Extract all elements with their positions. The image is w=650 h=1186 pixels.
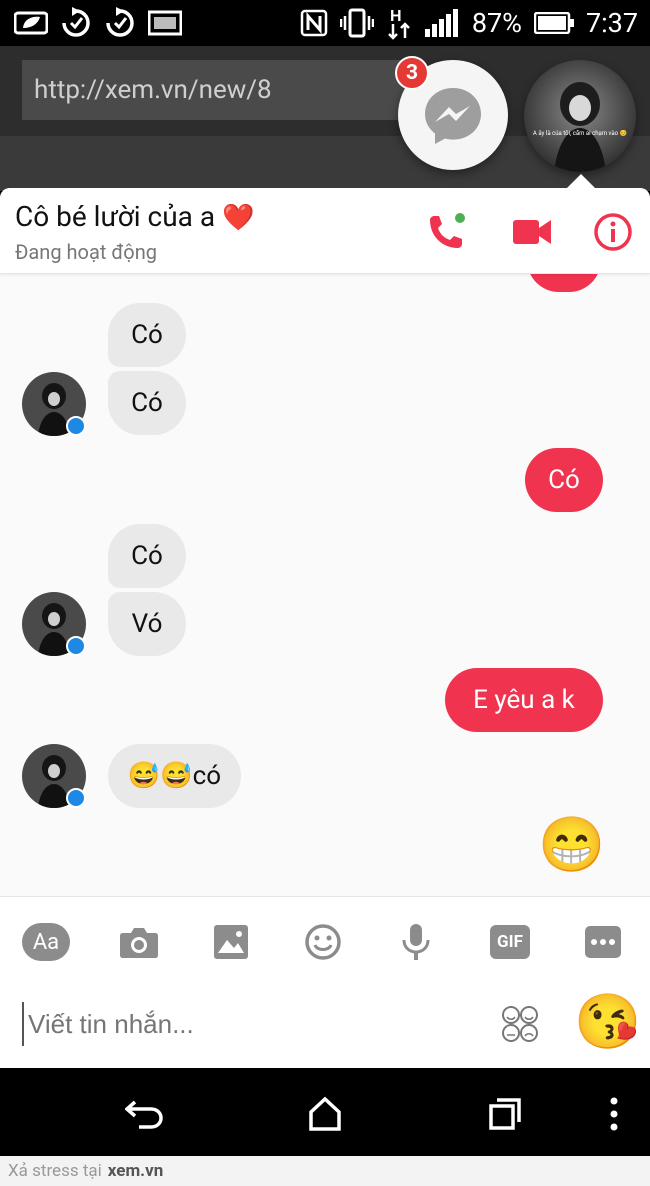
contact-name-row[interactable]: Cô bé lười của a ❤️	[15, 200, 254, 233]
text-style-button[interactable]: Aa	[22, 919, 70, 965]
message-input[interactable]	[22, 1002, 482, 1046]
messenger-badge-icon	[66, 636, 86, 656]
message-bubble-incoming[interactable]: Có	[108, 371, 186, 435]
message-bubble-incoming[interactable]: 😅😅có	[108, 744, 241, 808]
recents-button[interactable]	[483, 1092, 527, 1136]
battery-icon	[533, 12, 574, 34]
home-button[interactable]	[303, 1092, 347, 1136]
url-bar[interactable]: http://xem.vn/new/8	[22, 60, 422, 120]
message-bubble-outgoing[interactable]: E yêu a k	[445, 668, 603, 732]
more-icon	[585, 926, 621, 958]
gallery-button[interactable]	[208, 919, 254, 965]
network-h-icon: H	[386, 6, 412, 40]
battery-percent: 87%	[471, 7, 522, 39]
video-camera-icon	[513, 220, 551, 244]
active-status: Đang hoạt động	[15, 240, 157, 264]
info-icon	[594, 213, 632, 251]
info-button[interactable]	[591, 210, 635, 254]
unread-badge: 3	[395, 56, 429, 90]
more-button[interactable]	[580, 919, 626, 965]
camera-button[interactable]	[116, 919, 162, 965]
emoji-message[interactable]: 😁	[538, 814, 605, 878]
smiley-icon	[305, 924, 341, 960]
contact-chat-head[interactable]: A ây là của tôi, cấm ai chạm vào 😊	[524, 60, 636, 172]
message-bubble-outgoing[interactable]: Có	[525, 448, 603, 512]
watermark: Xả stress tại xem.vn	[0, 1156, 650, 1186]
emoji-button[interactable]	[300, 919, 346, 965]
clock: 7:37	[585, 7, 638, 39]
contact-name: Cô bé lười của a	[15, 200, 216, 233]
stickers-button[interactable]	[500, 1004, 540, 1044]
composer-toolbar: Aa GIF	[0, 896, 650, 984]
avatar	[524, 60, 636, 172]
message-bubble-incoming[interactable]: Có	[108, 303, 186, 367]
camera-icon	[120, 928, 158, 958]
composer: 😘	[0, 984, 650, 1068]
message-list[interactable]: Có Có Có Có Vó E yêu a k 😅😅có 😁	[0, 274, 650, 896]
avatar-caption: A ây là của tôi, cấm ai chạm vào 😊	[532, 130, 628, 137]
video-call-button[interactable]	[511, 210, 555, 254]
gif-icon: GIF	[490, 925, 530, 959]
gif-button[interactable]: GIF	[487, 919, 533, 965]
leaf-icon	[14, 10, 48, 36]
sync-icon	[104, 7, 136, 39]
message-bubble-incoming[interactable]: Có	[108, 524, 186, 588]
back-icon	[125, 1100, 163, 1129]
navigation-bar	[0, 1068, 650, 1156]
phone-icon	[430, 213, 465, 248]
overflow-menu-icon	[610, 1097, 618, 1131]
sync-icon	[60, 7, 92, 39]
messenger-badge-icon	[66, 416, 86, 436]
svg-text:H: H	[390, 8, 402, 25]
image-icon	[214, 925, 248, 959]
message-bubble-partial[interactable]	[527, 274, 601, 292]
watermark-prefix: Xả stress tại	[8, 1161, 102, 1181]
stickers-icon	[502, 1006, 538, 1042]
aa-icon: Aa	[22, 923, 70, 961]
voice-button[interactable]	[393, 919, 439, 965]
status-bar: H 87% 7:37	[0, 0, 650, 46]
home-icon	[309, 1096, 341, 1131]
chat-panel: Cô bé lười của a ❤️ Đang hoạt động Có Có…	[0, 188, 650, 1068]
signal-icon	[424, 9, 460, 37]
watermark-site: xem.vn	[107, 1161, 164, 1181]
messenger-icon	[425, 88, 481, 144]
messenger-badge-icon	[66, 788, 86, 808]
heart-emoji: ❤️	[222, 203, 255, 233]
image-icon	[148, 10, 182, 36]
quick-reaction-button[interactable]: 😘	[574, 990, 641, 1056]
vibrate-icon	[339, 8, 374, 38]
conversation-header: Cô bé lười của a ❤️ Đang hoạt động	[0, 188, 650, 274]
menu-button[interactable]	[592, 1092, 636, 1136]
voice-call-button[interactable]	[424, 210, 468, 254]
microphone-icon	[402, 924, 430, 960]
message-bubble-incoming[interactable]: Vó	[108, 592, 186, 656]
recent-apps-icon	[489, 1098, 521, 1130]
back-button[interactable]	[123, 1092, 167, 1136]
nfc-icon	[300, 9, 328, 37]
